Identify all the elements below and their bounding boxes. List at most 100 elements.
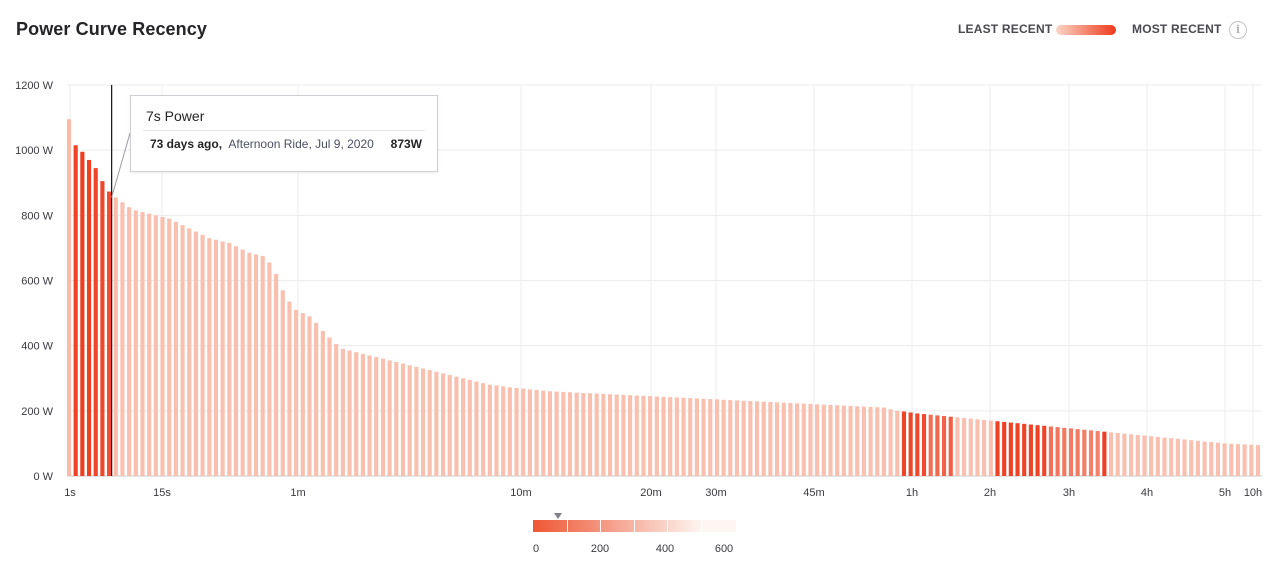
power-bar: [267, 262, 272, 476]
power-bar: [207, 238, 212, 476]
power-bar: [808, 403, 813, 476]
power-bar: [467, 379, 472, 476]
power-bar: [781, 402, 786, 476]
power-bar: [634, 395, 639, 476]
power-bar: [561, 391, 566, 476]
power-bar: [1002, 421, 1007, 476]
power-bar: [941, 416, 947, 476]
power-bar: [1062, 427, 1067, 476]
power-bar: [567, 392, 573, 476]
tooltip-detail: 73 days ago, Afternoon Ride, Jul 9, 2020: [150, 137, 374, 151]
y-tick-label: 1000 W: [15, 145, 54, 157]
power-bar: [721, 399, 726, 476]
x-tick-label: 1h: [906, 487, 918, 499]
power-bar: [1102, 431, 1107, 476]
power-bar: [962, 418, 967, 476]
power-bar: [594, 393, 599, 476]
scale-segment: [566, 520, 602, 532]
power-bar: [1095, 431, 1100, 476]
power-bar: [374, 357, 379, 476]
power-bar: [1015, 423, 1020, 476]
power-bar: [1088, 430, 1094, 476]
power-bar: [574, 392, 579, 476]
power-bar: [434, 371, 439, 476]
power-bar: [741, 400, 746, 476]
power-bar: [861, 406, 866, 476]
power-bar: [501, 386, 506, 476]
power-bar: [260, 256, 265, 476]
x-tick-label: 1m: [290, 487, 305, 499]
power-bar: [300, 313, 305, 476]
power-bar: [948, 416, 953, 476]
x-tick-label: 2h: [984, 487, 996, 499]
power-bar: [1135, 434, 1140, 476]
power-bar: [828, 404, 833, 476]
power-bar: [1229, 443, 1234, 476]
tooltip-activity-link[interactable]: Afternoon Ride, Jul 9, 2020: [228, 137, 373, 151]
power-bar: [1142, 435, 1147, 476]
power-bar: [674, 397, 679, 476]
power-bar: [107, 191, 112, 477]
power-bar: [1075, 429, 1080, 476]
power-bar: [354, 352, 359, 476]
power-bar: [193, 231, 198, 476]
power-bar: [440, 373, 446, 476]
power-bar: [320, 331, 325, 476]
power-bar: [514, 388, 519, 476]
power-bar: [1255, 445, 1261, 476]
power-bar: [1115, 432, 1120, 476]
power-curve-chart[interactable]: 0 W 200 W 400 W 600 W 800 W 1000 W 1200 W 1s 15s…: [0, 0, 1270, 569]
tooltip-days-ago: 73 days ago,: [150, 137, 223, 151]
power-bar: [387, 360, 392, 476]
power-bar: [160, 216, 165, 476]
power-bar: [1035, 425, 1040, 476]
power-bar: [855, 406, 860, 476]
power-bar: [848, 405, 853, 476]
power-bar: [648, 396, 653, 476]
scale-segment: [633, 520, 669, 532]
tooltip-connector: [111, 132, 131, 198]
power-bar: [708, 399, 713, 476]
power-bar: [761, 401, 766, 476]
scale-tick-label: 0: [532, 543, 540, 555]
power-bar: [240, 249, 245, 476]
power-bar: [714, 399, 720, 476]
power-bar: [668, 397, 673, 476]
power-bar: [247, 252, 252, 476]
x-tick-label: 45m: [803, 487, 824, 499]
power-bar: [100, 181, 105, 476]
power-bar: [614, 394, 619, 476]
power-bar: [921, 414, 927, 476]
power-bar: [340, 348, 345, 476]
scale-tick-label: 400: [655, 543, 675, 555]
power-bar: [1129, 434, 1134, 476]
power-bar: [1209, 442, 1214, 476]
x-tick-label: 20m: [640, 487, 661, 499]
y-tick-label: 600 W: [21, 276, 53, 288]
power-bar: [728, 400, 733, 476]
power-bar: [915, 413, 920, 476]
y-tick-label: 0 W: [33, 471, 53, 483]
power-bar: [754, 401, 760, 476]
power-bar: [220, 241, 225, 476]
power-bar: [461, 378, 466, 476]
power-bar: [1222, 443, 1227, 476]
x-tick-label: 30m: [705, 487, 726, 499]
x-tick-label: 5h: [1219, 487, 1231, 499]
power-bar: [1202, 441, 1207, 476]
power-bar: [1182, 439, 1187, 476]
power-bar: [895, 410, 900, 476]
power-bar: [835, 405, 840, 476]
recency-days-scale[interactable]: [533, 520, 736, 532]
power-bar: [400, 363, 406, 476]
tooltip-title: 7s Power: [146, 108, 205, 124]
y-tick-label: 400 W: [21, 341, 53, 353]
power-bar: [908, 412, 913, 476]
power-bar: [541, 390, 546, 476]
power-bar: [147, 213, 152, 476]
power-bar: [1235, 444, 1241, 476]
power-bar: [420, 368, 426, 476]
y-tick-label: 800 W: [21, 210, 53, 222]
power-bar: [233, 246, 239, 476]
power-bar: [253, 254, 259, 476]
